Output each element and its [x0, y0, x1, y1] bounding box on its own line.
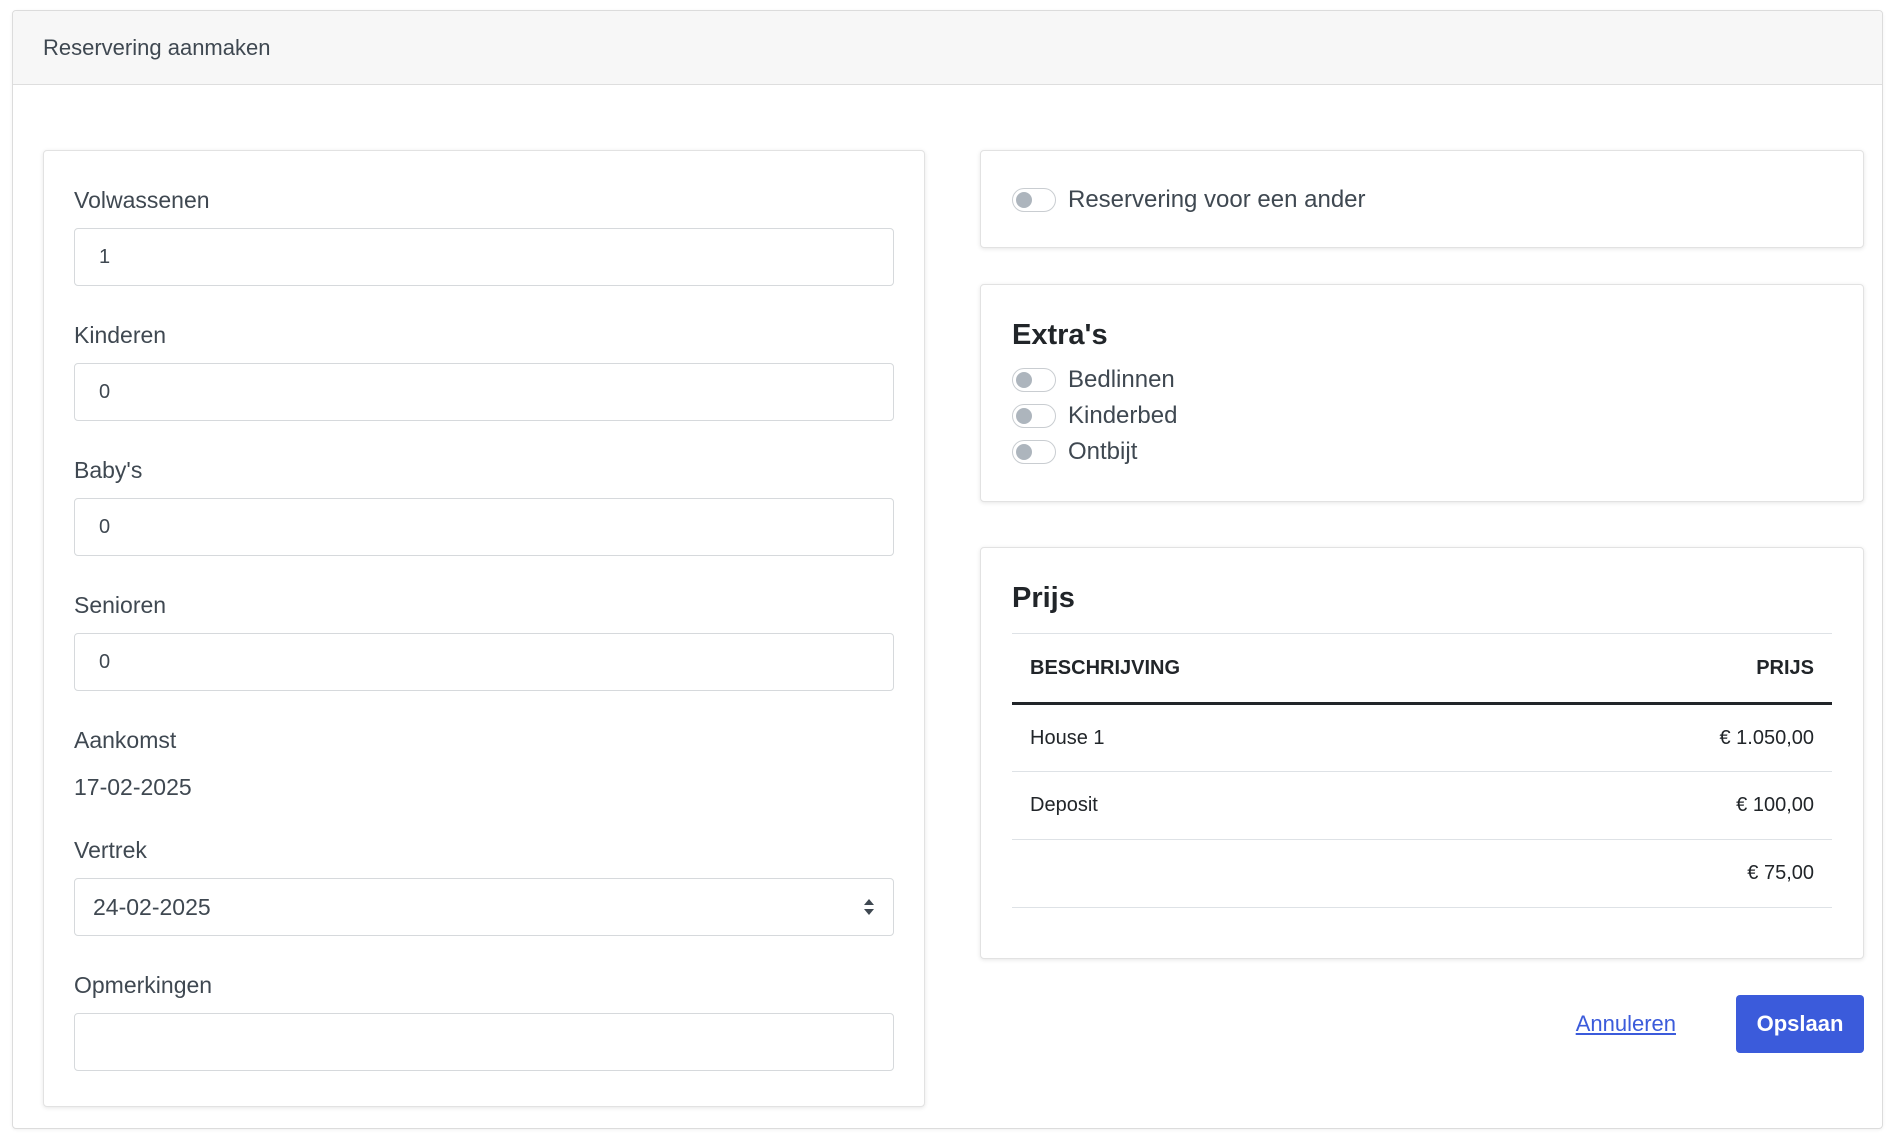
form-actions: Annuleren Opslaan	[980, 995, 1864, 1053]
card-header: Reservering aanmaken	[13, 11, 1882, 85]
arrival-value: 17-02-2025	[74, 774, 192, 800]
extra-item-kinderbed[interactable]: Kinderbed	[1012, 398, 1832, 434]
row-price: € 1.050,00	[1493, 703, 1832, 772]
save-button[interactable]: Opslaan	[1736, 995, 1864, 1053]
other-booking-panel: Reservering voor een ander	[980, 150, 1864, 248]
reservation-card: Reservering aanmaken Volwassenen Kindere…	[12, 10, 1883, 1129]
price-panel: Prijs Beschrijving Prijs House 1 € 1.050…	[980, 547, 1864, 959]
other-booking-toggle-row[interactable]: Reservering voor een ander	[1012, 182, 1832, 218]
children-label: Kinderen	[74, 322, 167, 348]
sort-arrows-icon	[864, 899, 874, 915]
row-price: € 100,00	[1493, 771, 1832, 840]
extra-toggle-bedlinnen[interactable]	[1012, 368, 1056, 392]
extras-panel: Extra's Bedlinnen Kinderbed Ontbijt	[980, 284, 1864, 502]
extra-label: Ontbijt	[1068, 438, 1138, 465]
col-price: Prijs	[1493, 633, 1832, 705]
page-title: Reservering aanmaken	[43, 34, 271, 60]
extra-toggle-kinderbed[interactable]	[1012, 404, 1056, 428]
babies-label: Baby's	[74, 457, 143, 483]
table-row: Deposit € 100,00	[1012, 771, 1832, 840]
col-description: Beschrijving	[1012, 633, 1494, 705]
departure-select[interactable]: 24-02-2025	[74, 878, 894, 936]
extras-title: Extra's	[1012, 319, 1108, 351]
extra-label: Kinderbed	[1068, 402, 1178, 429]
guest-form-panel: Volwassenen Kinderen Baby's Senioren Aan…	[43, 150, 925, 1107]
other-booking-toggle[interactable]	[1012, 188, 1056, 212]
remarks-input[interactable]	[74, 1013, 894, 1071]
extra-item-ontbijt[interactable]: Ontbijt	[1012, 434, 1832, 470]
price-title: Prijs	[1012, 582, 1075, 614]
row-description	[1012, 839, 1494, 908]
cancel-link[interactable]: Annuleren	[1576, 1011, 1676, 1037]
seniors-input[interactable]	[74, 633, 894, 691]
row-price: € 75,00	[1493, 839, 1832, 908]
babies-input[interactable]	[74, 498, 894, 556]
row-description: House 1	[1012, 703, 1494, 772]
adults-input[interactable]	[74, 228, 894, 286]
other-booking-label: Reservering voor een ander	[1068, 186, 1366, 213]
adults-label: Volwassenen	[74, 187, 210, 213]
departure-label: Vertrek	[74, 837, 147, 863]
seniors-label: Senioren	[74, 592, 167, 618]
arrival-label: Aankomst	[74, 727, 177, 753]
table-row: House 1 € 1.050,00	[1012, 703, 1832, 772]
remarks-label: Opmerkingen	[74, 972, 213, 998]
children-input[interactable]	[74, 363, 894, 421]
extra-item-bedlinnen[interactable]: Bedlinnen	[1012, 362, 1832, 398]
departure-selected-value: 24-02-2025	[93, 893, 211, 920]
price-table-header: Beschrijving Prijs	[1012, 633, 1832, 705]
price-table: Beschrijving Prijs House 1 € 1.050,00 De…	[1012, 633, 1832, 908]
table-row: € 75,00	[1012, 839, 1832, 908]
row-description: Deposit	[1012, 771, 1494, 840]
extra-label: Bedlinnen	[1068, 366, 1175, 393]
extra-toggle-ontbijt[interactable]	[1012, 440, 1056, 464]
